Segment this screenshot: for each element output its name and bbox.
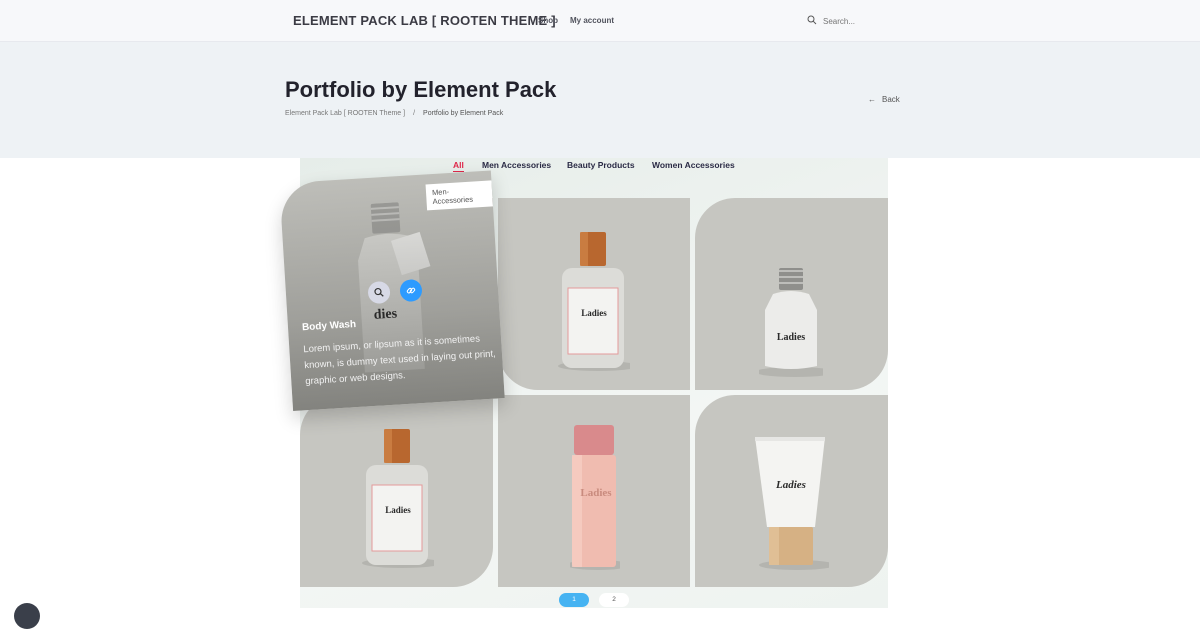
back-label: Back <box>882 95 900 104</box>
search-box <box>807 13 917 29</box>
portfolio-filter-bar: All Men Accessories Beauty Products Wome… <box>300 158 888 178</box>
nav-my-account-link[interactable]: My account <box>570 16 614 25</box>
product-label-text: Ladies <box>776 332 806 343</box>
search-icon[interactable] <box>807 15 817 25</box>
product-bottle-image <box>362 429 434 568</box>
breadcrumb: Element Pack Lab [ ROOTEN Theme ] / Portfo… <box>285 110 503 117</box>
breadcrumb-home-link[interactable]: Element Pack Lab [ ROOTEN Theme ] <box>285 110 405 117</box>
pagination: 1 2 <box>300 592 888 608</box>
page-button-2[interactable]: 2 <box>599 593 629 607</box>
product-label-text: dies <box>373 306 398 323</box>
product-label-text: Ladies <box>385 505 411 515</box>
back-link[interactable]: ← Back <box>868 95 900 104</box>
category-badge[interactable]: Men-Accessories <box>425 180 494 211</box>
filter-women-accessories[interactable]: Women Accessories <box>652 160 735 170</box>
product-label-text: Ladies <box>776 479 806 491</box>
nav-shop-link[interactable]: Shop <box>538 16 558 25</box>
filter-men-accessories[interactable]: Men Accessories <box>482 160 551 170</box>
product-bottle-image <box>558 232 630 371</box>
page-title: Portfolio by Element Pack <box>285 77 557 102</box>
page-heading-section: Portfolio by Element Pack Element Pack L… <box>0 42 1200 158</box>
portfolio-item[interactable]: Ladies <box>498 198 690 390</box>
product-tube-image <box>755 437 829 570</box>
portfolio-item[interactable]: Ladies <box>695 395 888 587</box>
top-navigation-bar: ELEMENT PACK LAB [ ROOTEN THEME ] Shop M… <box>0 0 1200 42</box>
product-label-text: Ladies <box>580 487 612 499</box>
portfolio-item[interactable]: Ladies <box>300 395 493 587</box>
portfolio-item-hovered[interactable]: dies Men-Accessories Body Wash Lorem ips… <box>279 170 505 411</box>
product-bottle-image <box>759 268 823 377</box>
floating-round-button[interactable] <box>14 603 40 629</box>
portfolio-item[interactable]: Ladies <box>695 198 888 390</box>
breadcrumb-current: Portfolio by Element Pack <box>423 110 504 117</box>
arrow-left-icon: ← <box>868 95 876 104</box>
site-title[interactable]: ELEMENT PACK LAB [ ROOTEN THEME ] <box>293 13 556 28</box>
filter-beauty-products[interactable]: Beauty Products <box>567 160 635 170</box>
page-button-1[interactable]: 1 <box>559 593 589 607</box>
breadcrumb-separator: / <box>413 110 416 117</box>
filter-all[interactable]: All <box>453 160 464 172</box>
portfolio-item[interactable]: Ladies <box>498 395 690 587</box>
search-input[interactable] <box>823 13 913 29</box>
product-label-text: Ladies <box>581 308 607 318</box>
